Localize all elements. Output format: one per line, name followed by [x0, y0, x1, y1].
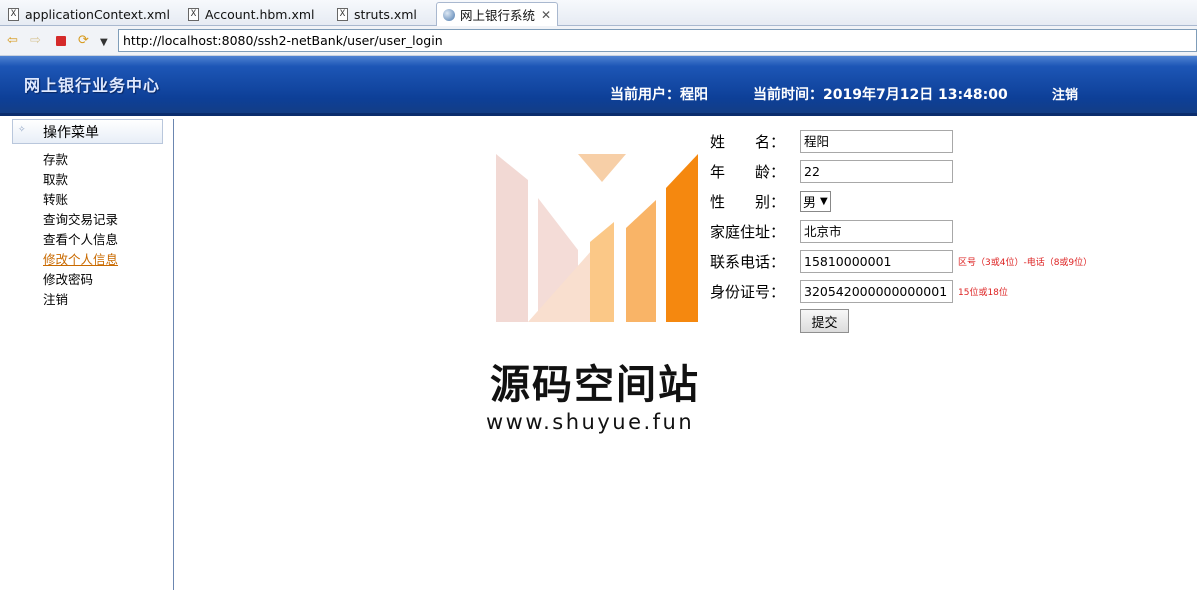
- browser-toolbar: ⇦ ⇨ ⟳ ▼ http://localhost:8080/ssh2-netBa…: [0, 26, 1197, 56]
- menu-bullet-icon: ✧: [18, 125, 26, 135]
- gender-row: 性 别： 男 ▼: [710, 189, 831, 213]
- watermark-title: 源码空间站: [490, 362, 700, 408]
- sidebar-item-transfer[interactable]: 转账: [43, 190, 118, 210]
- age-label: 年 龄：: [710, 162, 786, 181]
- phone-row: 联系电话： 15810000001 区号（3或4位）-电话（8或9位）: [710, 249, 1092, 273]
- idcard-hint: 15位或18位: [958, 287, 1008, 298]
- idcard-input[interactable]: 320542000000000001: [800, 279, 953, 303]
- system-title: 网上银行业务中心: [24, 76, 161, 95]
- gender-value: 男: [803, 195, 817, 211]
- header-logout-link[interactable]: 注销: [1052, 84, 1078, 103]
- idcard-label: 身份证号：: [710, 282, 786, 301]
- phone-input[interactable]: 15810000001: [800, 249, 953, 273]
- menu-heading-label: 操作菜单: [43, 125, 99, 141]
- app-header: 网上银行业务中心 当前用户：程阳 当前时间：2019年7月12日 13:48:0…: [0, 56, 1197, 116]
- sidebar-item-edit-profile[interactable]: 修改个人信息: [43, 250, 118, 270]
- sidebar-item-transactions[interactable]: 查询交易记录: [43, 210, 118, 230]
- age-row: 年 龄： 22: [710, 159, 953, 183]
- tab-struts[interactable]: X struts.xml: [337, 2, 417, 26]
- address-label: 家庭住址：: [710, 222, 786, 241]
- forward-arrow-icon[interactable]: ⇨: [30, 33, 41, 49]
- tab-label: applicationContext.xml: [25, 6, 170, 22]
- phone-hint: 区号（3或4位）-电话（8或9位）: [958, 257, 1093, 268]
- gender-select[interactable]: 男 ▼: [800, 190, 831, 212]
- phone-label: 联系电话：: [710, 252, 786, 271]
- address-input[interactable]: 北京市: [800, 219, 953, 243]
- sidebar-item-withdraw[interactable]: 取款: [43, 170, 118, 190]
- current-user: 当前用户：程阳: [610, 87, 708, 103]
- sidebar-item-logout[interactable]: 注销: [43, 290, 118, 310]
- back-arrow-icon[interactable]: ⇦: [7, 33, 18, 49]
- editor-tab-strip: X applicationContext.xml X Account.hbm.x…: [0, 0, 1197, 26]
- tab-applicationcontext[interactable]: X applicationContext.xml: [8, 2, 170, 26]
- name-row: 姓 名： 程阳: [710, 129, 953, 153]
- url-bar[interactable]: http://localhost:8080/ssh2-netBank/user/…: [118, 29, 1197, 52]
- xml-file-icon: X: [337, 7, 348, 21]
- sidebar: ✧ 操作菜单 存款 取款 转账 查询交易记录 查看个人信息 修改个人信息 修改密…: [0, 119, 174, 590]
- address-row: 家庭住址： 北京市: [710, 219, 953, 243]
- watermark-url: www.shuyue.fun: [486, 410, 695, 434]
- tab-netbank[interactable]: 网上银行系统 ✕: [436, 2, 559, 26]
- submit-button[interactable]: 提交: [800, 309, 849, 333]
- sidebar-item-change-password[interactable]: 修改密码: [43, 270, 118, 290]
- close-icon[interactable]: ✕: [541, 8, 551, 22]
- menu-heading: ✧ 操作菜单: [12, 119, 163, 144]
- menu-list: 存款 取款 转账 查询交易记录 查看个人信息 修改个人信息 修改密码 注销: [43, 150, 118, 310]
- stop-icon[interactable]: [56, 36, 66, 46]
- chevron-down-icon: ▼: [820, 195, 828, 207]
- name-input[interactable]: 程阳: [800, 129, 953, 153]
- gender-label: 性 别：: [710, 192, 786, 211]
- xml-file-icon: X: [8, 7, 19, 21]
- xml-file-icon: X: [188, 7, 199, 21]
- tab-label: 网上银行系统: [460, 8, 536, 23]
- globe-icon: [443, 8, 455, 21]
- chevron-down-icon[interactable]: ▼: [100, 35, 108, 51]
- refresh-icon[interactable]: ⟳: [78, 33, 89, 49]
- sidebar-item-view-profile[interactable]: 查看个人信息: [43, 230, 118, 250]
- tab-label: Account.hbm.xml: [205, 6, 315, 22]
- sidebar-item-deposit[interactable]: 存款: [43, 150, 118, 170]
- tab-label: struts.xml: [354, 6, 417, 22]
- current-time: 当前时间：2019年7月12日 13:48:00: [753, 87, 1008, 103]
- idcard-row: 身份证号： 320542000000000001 15位或18位: [710, 279, 1008, 303]
- tab-account-hbm[interactable]: X Account.hbm.xml: [188, 2, 315, 26]
- age-input[interactable]: 22: [800, 159, 953, 183]
- name-label: 姓 名：: [710, 132, 786, 151]
